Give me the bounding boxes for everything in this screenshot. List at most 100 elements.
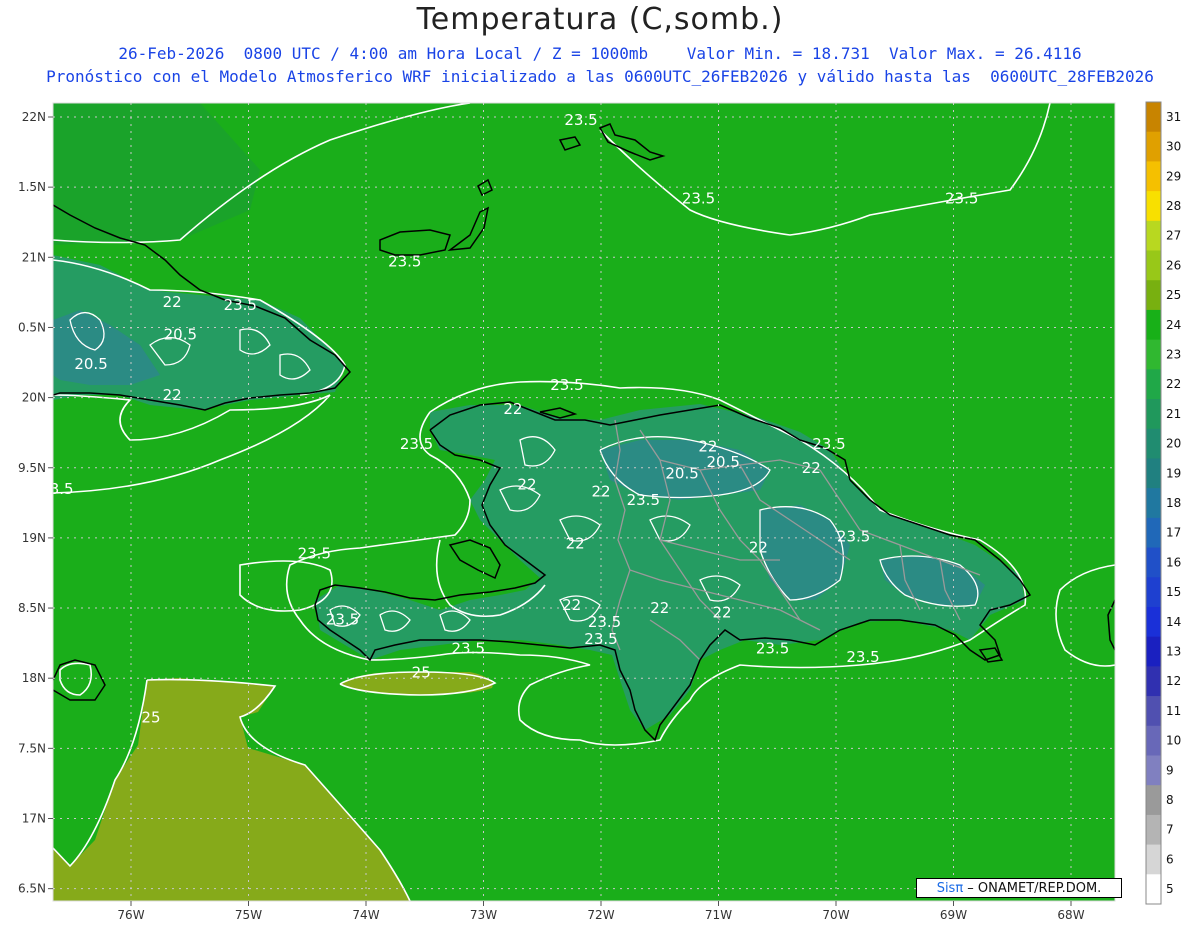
colorbar-label: 26 <box>1166 258 1181 272</box>
colorbar-swatch <box>1146 280 1161 311</box>
colorbar-label: 28 <box>1166 199 1181 213</box>
lat-tick-label: 6.5N <box>18 882 46 896</box>
lon-tick-label: 75W <box>235 908 262 922</box>
contour-label: 25 <box>141 708 160 726</box>
colorbar-swatch <box>1146 131 1161 162</box>
lon-tick-label: 72W <box>587 908 614 922</box>
colorbar-label: 24 <box>1166 318 1181 332</box>
contour-label: 22 <box>503 400 522 418</box>
colorbar-label: 19 <box>1166 466 1181 480</box>
contour-label: 23.5 <box>846 648 879 666</box>
contour-label: 23.5 <box>400 435 433 453</box>
contour-label: 23.5 <box>452 640 485 658</box>
colorbar-label: 11 <box>1166 704 1181 718</box>
contour-label: 23.5 <box>588 613 621 631</box>
colorbar-label: 15 <box>1166 585 1181 599</box>
colorbar-swatch <box>1146 339 1161 370</box>
lat-tick-label: 19N <box>22 531 46 545</box>
colorbar-label: 13 <box>1166 645 1181 659</box>
contour-label: 23.5 <box>627 491 660 509</box>
colorbar-label: 7 <box>1166 823 1174 837</box>
colorbar-label: 21 <box>1166 407 1181 421</box>
colorbar-swatch <box>1146 161 1161 192</box>
contour-label: 23.5 <box>326 610 359 628</box>
colorbar-label: 17 <box>1166 526 1181 540</box>
latitude-axis: 22N 1.5N 21N 0.5N 20N 9.5N 19N 8.5N 18N 7.5N 17N 6.… <box>18 110 53 896</box>
contour-label: 22 <box>163 293 182 311</box>
credit-suffix: – ONAMET/REP.DOM. <box>963 881 1102 896</box>
colorbar-label: 31 <box>1166 110 1181 124</box>
colorbar-label: 30 <box>1166 140 1181 154</box>
contour-label: 25 <box>412 664 431 682</box>
contour-label: 23.5 <box>550 376 583 394</box>
colorbar-swatch <box>1146 666 1161 697</box>
colorbar-swatch <box>1146 102 1161 133</box>
colorbar: 31 30 29 28 27 26 25 24 23 22 21 20 19 18 17 16 15 14 13 12… <box>1145 101 1181 905</box>
colorbar-swatch <box>1146 369 1161 400</box>
colorbar-swatch <box>1146 606 1161 638</box>
colorbar-swatch <box>1146 517 1161 549</box>
contour-label: 22 <box>566 535 585 553</box>
colorbar-label: 22 <box>1166 377 1181 391</box>
temperature-map: 23.523.5 23.523.522 23.520.520.52223.52223… <box>18 101 1181 922</box>
colorbar-label: 8 <box>1166 793 1174 807</box>
colorbar-label: 20 <box>1166 437 1181 451</box>
contour-label: 22 <box>650 599 669 617</box>
contour-label: 22 <box>163 386 182 404</box>
colorbar-swatch <box>1146 250 1161 281</box>
lat-tick-label: 0.5N <box>18 320 46 334</box>
contour-label: 20.5 <box>706 453 739 471</box>
lon-tick-label: 68W <box>1057 908 1084 922</box>
colorbar-swatch <box>1146 577 1161 608</box>
colorbar-swatch <box>1146 309 1161 341</box>
lat-tick-label: 17N <box>22 812 46 826</box>
lat-tick-label: 1.5N <box>18 180 46 194</box>
contour-label: 23.5 <box>388 253 421 271</box>
contour-label: 23.5 <box>224 296 257 314</box>
contour-label: 22 <box>802 459 821 477</box>
colorbar-label: 23 <box>1166 347 1181 361</box>
lat-tick-label: 8.5N <box>18 601 46 615</box>
colorbar-label: 29 <box>1166 169 1181 183</box>
lat-tick-label: 22N <box>22 110 46 124</box>
contour-label: 20.5 <box>665 464 698 482</box>
colorbar-swatch <box>1146 755 1161 786</box>
colorbar-label: 10 <box>1166 734 1181 748</box>
colorbar-label: 18 <box>1166 496 1181 510</box>
colorbar-swatch <box>1146 428 1161 459</box>
colorbar-swatch <box>1146 636 1161 667</box>
longitude-axis: 76W 75W 74W 73W 72W 71W 70W 69W 68W <box>117 901 1085 922</box>
lat-tick-label: 7.5N <box>18 741 46 755</box>
contour-label: 23.5 <box>837 527 870 545</box>
contour-label: 20.5 <box>74 355 107 373</box>
colorbar-label: 25 <box>1166 288 1181 302</box>
contour-label: 22 <box>712 603 731 621</box>
contour-label: 23.5 <box>564 111 597 129</box>
lon-tick-label: 76W <box>117 908 144 922</box>
colorbar-label: 6 <box>1166 852 1174 866</box>
colorbar-swatch <box>1146 814 1161 846</box>
lon-tick-label: 73W <box>470 908 497 922</box>
contour-label: 23.5 <box>682 189 715 207</box>
contour-label: 22 <box>517 476 536 494</box>
colorbar-swatch <box>1146 458 1161 489</box>
colorbar-label: 5 <box>1166 882 1174 896</box>
colorbar-swatch <box>1146 874 1161 905</box>
colorbar-swatch <box>1146 399 1161 430</box>
contour-label: 23.5 <box>298 544 331 562</box>
lat-tick-label: 21N <box>22 250 46 264</box>
colorbar-label: 14 <box>1166 615 1181 629</box>
contour-label: 23.5 <box>756 640 789 658</box>
lat-tick-label: 18N <box>22 671 46 685</box>
colorbar-swatch <box>1146 220 1161 252</box>
lat-tick-label: 9.5N <box>18 461 46 475</box>
contour-label: 23.5 <box>584 630 617 648</box>
contour-label: 20.5 <box>164 325 197 343</box>
colorbar-swatch <box>1146 696 1161 727</box>
colorbar-swatch <box>1146 785 1161 816</box>
colorbar-label: 27 <box>1166 229 1181 243</box>
lon-tick-label: 70W <box>822 908 849 922</box>
contour-label: 22 <box>749 539 768 557</box>
contour-label: 23.5 <box>812 435 845 453</box>
lon-tick-label: 74W <box>352 908 379 922</box>
